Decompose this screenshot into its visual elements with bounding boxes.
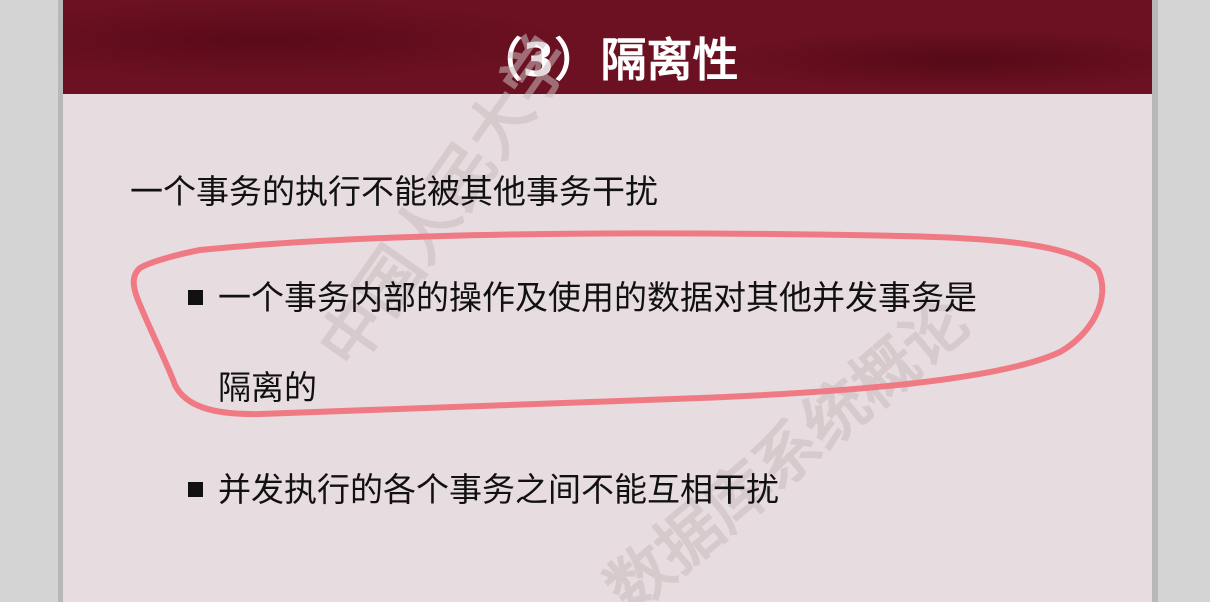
hand-drawn-ellipse-annotation <box>130 230 1106 418</box>
